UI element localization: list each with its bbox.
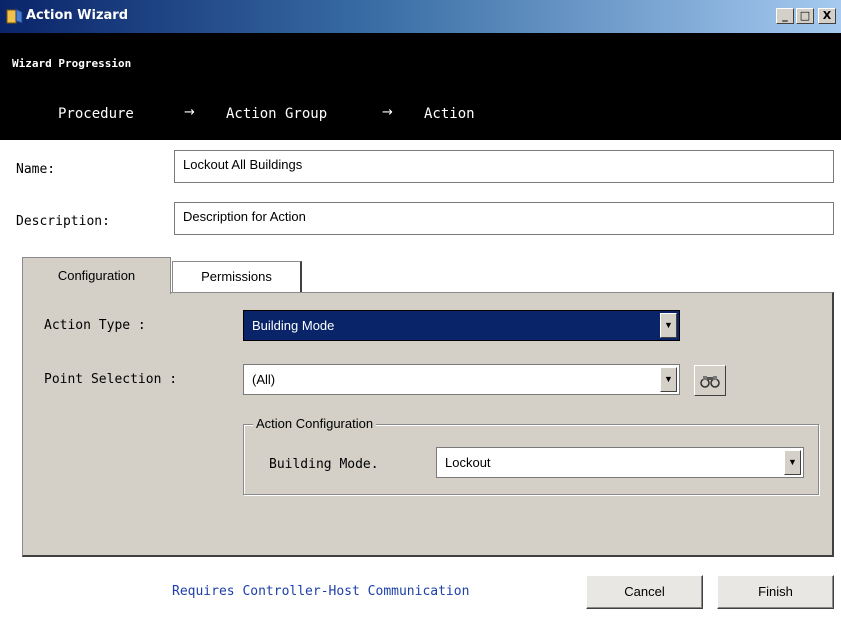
window-title: Action Wizard (26, 8, 129, 23)
action-type-value: Building Mode (252, 318, 335, 333)
wizard-progression: Wizard Progression Procedure → Action Gr… (0, 33, 841, 140)
wizard-app-icon (6, 8, 23, 24)
point-selection-select[interactable]: (All) ▼ (243, 364, 680, 395)
action-type-label: Action Type : (44, 318, 146, 333)
arrow-icon: → (382, 105, 393, 120)
step-procedure: Procedure (58, 106, 134, 122)
progression-title: Wizard Progression (12, 57, 132, 70)
description-label: Description: (16, 214, 110, 229)
chevron-down-icon[interactable]: ▼ (660, 367, 677, 392)
title-bar[interactable]: Action Wizard _ □ X (0, 0, 841, 33)
description-field[interactable]: Description for Action (174, 202, 834, 235)
binoculars-icon (700, 376, 720, 388)
arrow-icon: → (184, 105, 195, 120)
tab-configuration[interactable]: Configuration (22, 257, 171, 294)
find-points-button[interactable] (694, 365, 726, 396)
point-selection-value: (All) (252, 372, 276, 387)
tab-permissions[interactable]: Permissions (172, 261, 302, 292)
name-label: Name: (16, 162, 56, 177)
minimize-button[interactable]: _ (776, 8, 794, 24)
step-action-group: Action Group (226, 106, 328, 122)
maximize-button[interactable]: □ (796, 8, 814, 24)
communication-note: Requires Controller-Host Communication (172, 584, 470, 599)
name-field[interactable]: Lockout All Buildings (174, 150, 834, 183)
cancel-button[interactable]: Cancel (586, 575, 703, 609)
action-wizard-window: Action Wizard _ □ X Wizard Progression P… (0, 0, 841, 625)
finish-button[interactable]: Finish (717, 575, 834, 609)
chevron-down-icon[interactable]: ▼ (784, 450, 801, 475)
building-mode-value: Lockout (445, 455, 491, 470)
action-type-select[interactable]: Building Mode ▼ (243, 310, 680, 341)
building-mode-select[interactable]: Lockout ▼ (436, 447, 804, 478)
close-button[interactable]: X (818, 8, 836, 24)
point-selection-label: Point Selection : (44, 372, 178, 387)
chevron-down-icon[interactable]: ▼ (660, 313, 677, 338)
action-configuration-title: Action Configuration (253, 416, 377, 431)
building-mode-label: Building Mode. (269, 457, 379, 472)
step-action: Action (424, 106, 475, 122)
